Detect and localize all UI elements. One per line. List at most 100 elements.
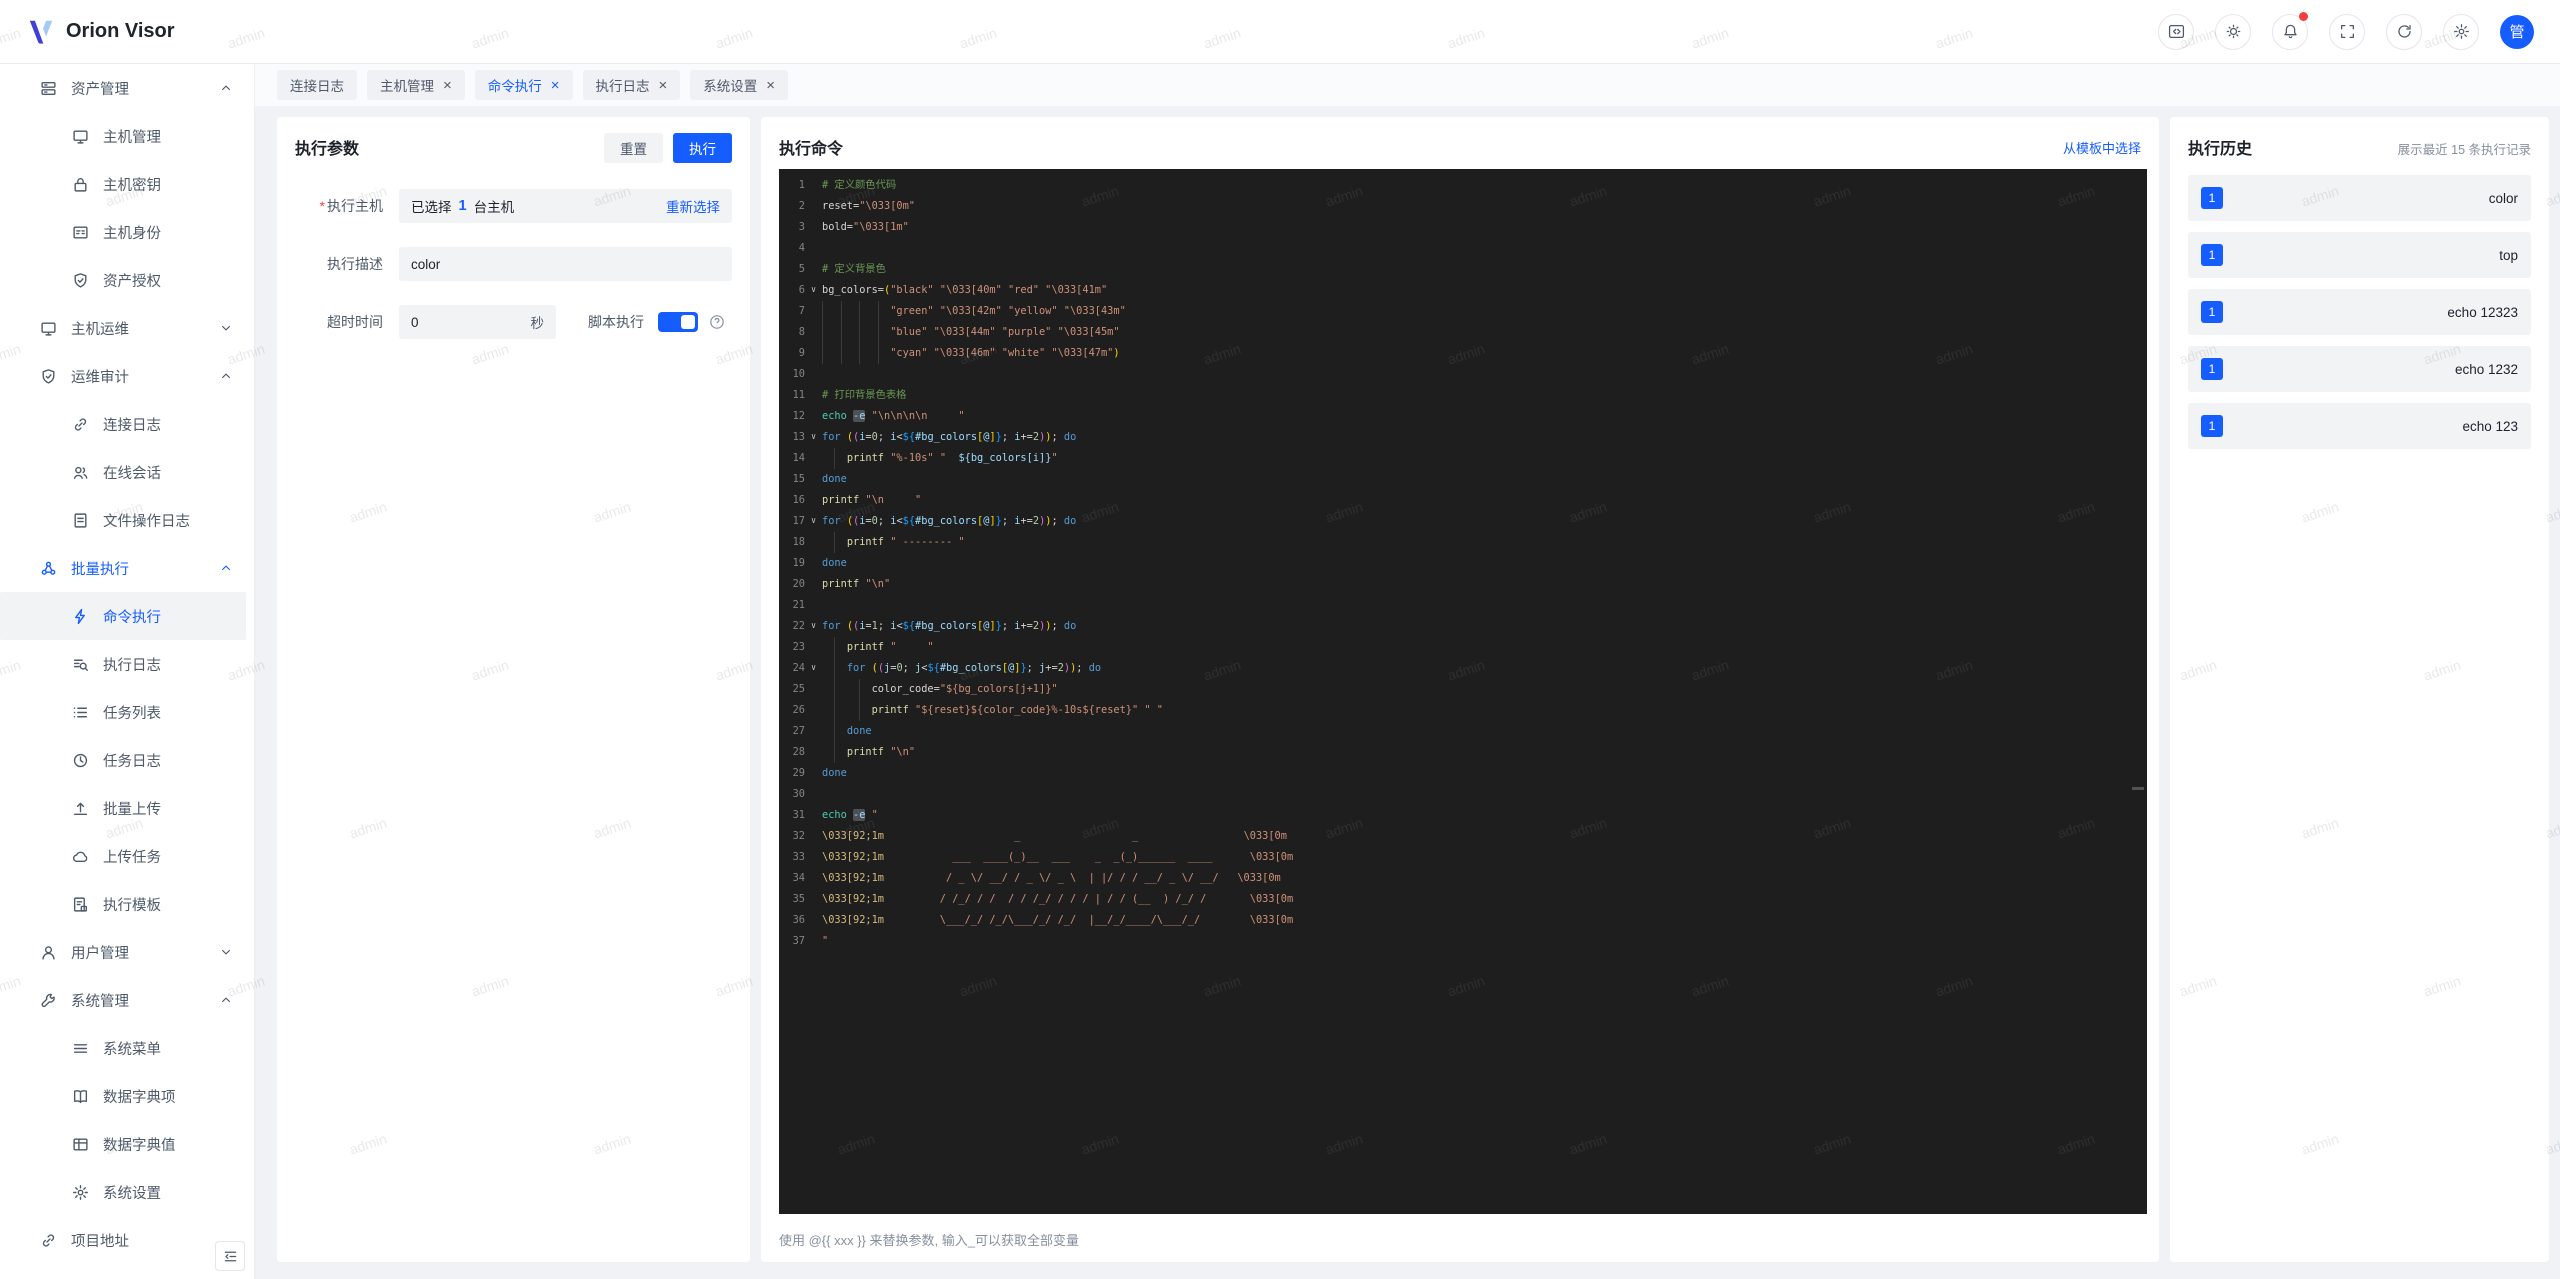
- app-title: Orion Visor: [66, 20, 175, 42]
- sidebar-item-label: 系统管理: [71, 993, 129, 1010]
- close-tab-icon[interactable]: ×: [766, 78, 775, 93]
- sidebar-item-batch-upload[interactable]: 批量上传: [0, 784, 254, 832]
- fold-gutter: [805, 679, 822, 700]
- history-item[interactable]: 1 color: [2188, 175, 2531, 221]
- refresh-button[interactable]: [2386, 13, 2422, 50]
- timeout-row: 超时时间 0 秒 脚本执行: [295, 305, 732, 339]
- code-terminal-button[interactable]: [2158, 13, 2194, 50]
- fold-gutter: [805, 763, 822, 784]
- history-item[interactable]: 1 echo 1232: [2188, 346, 2531, 392]
- code-editor[interactable]: 1 # 定义颜色代码 2 reset="\033[0m" 3 bold="\033[1m"…: [779, 169, 2147, 1214]
- sidebar-item-assets-management[interactable]: 资产管理: [0, 64, 254, 112]
- sidebar-item-file-op-log[interactable]: 文件操作日志: [0, 496, 254, 544]
- theme-button[interactable]: [2215, 13, 2251, 50]
- history-command: echo 1232: [2454, 361, 2518, 377]
- line-number: 26: [792, 704, 805, 716]
- history-item[interactable]: 1 top: [2188, 232, 2531, 278]
- sidebar-item-system-setting[interactable]: 系统设置: [0, 1168, 254, 1216]
- code-line: 7 "green" "\033[42m" "yellow" "\033[43m": [779, 301, 2147, 322]
- user-avatar[interactable]: 管: [2500, 14, 2534, 49]
- code-line: 26 printf "${reset}${color_code}%-10s${r…: [779, 700, 2147, 721]
- fullscreen-button[interactable]: [2329, 13, 2365, 50]
- sidebar-item-host-ops[interactable]: 主机运维: [0, 304, 254, 352]
- chevron-up-icon: [220, 370, 232, 382]
- sidebar-item-dict-values[interactable]: 数据字典值: [0, 1120, 254, 1168]
- sidebar-item-batch-exec[interactable]: 批量执行: [0, 544, 254, 592]
- line-number: 3: [798, 221, 805, 233]
- close-tab-icon[interactable]: ×: [443, 78, 452, 93]
- fold-chevron-icon[interactable]: ∨: [805, 658, 822, 679]
- sidebar-item-label: 资产管理: [71, 81, 129, 98]
- fold-chevron-icon[interactable]: ∨: [805, 280, 822, 301]
- tab-system-setting[interactable]: 系统设置 ×: [690, 70, 789, 100]
- fold-chevron-icon[interactable]: ∨: [805, 511, 822, 532]
- host-selected-prefix: 已选择: [411, 200, 452, 215]
- sidebar-item-asset-grant[interactable]: 资产授权: [0, 256, 254, 304]
- help-icon[interactable]: [709, 314, 725, 330]
- timeout-input[interactable]: 0 秒: [399, 305, 556, 339]
- host-count-badge: 1: [2201, 415, 2223, 437]
- sidebar-item-command-exec[interactable]: 命令执行: [0, 592, 246, 640]
- fold-chevron-icon[interactable]: ∨: [805, 427, 822, 448]
- line-number: 32: [792, 830, 805, 842]
- tab-exec-log[interactable]: 执行日志 ×: [582, 70, 681, 100]
- description-input[interactable]: color: [399, 247, 732, 281]
- settings-button[interactable]: [2443, 13, 2479, 50]
- exec-history-panel: 执行历史 展示最近 15 条执行记录 1 color 1 top 1 echo 12323…: [2170, 117, 2549, 1262]
- tab-host-management[interactable]: 主机管理 ×: [367, 70, 465, 100]
- sidebar-item-ops-audit[interactable]: 运维审计: [0, 352, 254, 400]
- script-exec-toggle[interactable]: [658, 312, 698, 332]
- editor-lines: 1 # 定义颜色代码 2 reset="\033[0m" 3 bold="\033[1m"…: [779, 169, 2147, 952]
- code-line: 20 printf "\n": [779, 574, 2147, 595]
- history-item[interactable]: 1 echo 12323: [2188, 289, 2531, 335]
- host-count-badge: 1: [2201, 358, 2223, 380]
- sidebar-item-system-management[interactable]: 系统管理: [0, 976, 254, 1024]
- sidebar-item-host-key[interactable]: 主机密钥: [0, 160, 254, 208]
- tab-connection-log[interactable]: 连接日志: [277, 70, 357, 100]
- line-number: 28: [792, 746, 805, 758]
- run-button[interactable]: 执行: [673, 133, 732, 163]
- select-from-template-link[interactable]: 从模板中选择: [2063, 138, 2141, 157]
- code-line: 25 color_code="${bg_colors[j+1]}": [779, 679, 2147, 700]
- host-selected-box[interactable]: 已选择 1 台主机 重新选择: [399, 189, 732, 223]
- line-number: 36: [792, 914, 805, 926]
- theme-icon: [2225, 23, 2242, 40]
- sidebar-item-online-session[interactable]: 在线会话: [0, 448, 254, 496]
- sidebar-item-connect-log[interactable]: 连接日志: [0, 400, 254, 448]
- close-tab-icon[interactable]: ×: [659, 78, 668, 93]
- line-number: 14: [792, 452, 805, 464]
- code-line: 5 # 定义背景色: [779, 259, 2147, 280]
- fold-gutter: [805, 259, 822, 280]
- close-tab-icon[interactable]: ×: [551, 78, 560, 93]
- sidebar: 资产管理主机管理 主机密钥 主机身份 资产授权 主机运维 运维审计 连接日志 在线会话 文件操作…: [0, 64, 255, 1279]
- sidebar-item-upload-task[interactable]: 上传任务: [0, 832, 254, 880]
- code-line: 12 echo -e "\n\n\n\n ": [779, 406, 2147, 427]
- tab-label: 命令执行: [487, 79, 542, 94]
- sidebar-item-task-list[interactable]: 任务列表: [0, 688, 254, 736]
- code-terminal-icon: [2168, 23, 2185, 40]
- line-number: 1: [798, 179, 805, 191]
- chevron-up-icon: [220, 994, 232, 1006]
- fullscreen-icon: [2339, 23, 2356, 40]
- reselect-hosts-link[interactable]: 重新选择: [666, 196, 720, 216]
- sidebar-item-exec-log[interactable]: 执行日志: [0, 640, 254, 688]
- upload-icon: [72, 800, 89, 817]
- sidebar-item-host-identity[interactable]: 主机身份: [0, 208, 254, 256]
- sidebar-item-dict-keys[interactable]: 数据字典项: [0, 1072, 254, 1120]
- collapse-sidebar-button[interactable]: [215, 1241, 245, 1271]
- fold-gutter: [805, 301, 822, 322]
- sidebar-item-task-log[interactable]: 任务日志: [0, 736, 254, 784]
- fold-chevron-icon[interactable]: ∨: [805, 616, 822, 637]
- history-item[interactable]: 1 echo 123: [2188, 403, 2531, 449]
- line-number: 27: [792, 725, 805, 737]
- tab-command-exec[interactable]: 命令执行 ×: [474, 70, 573, 100]
- app-logo: Orion Visor: [26, 18, 175, 46]
- sidebar-item-user-management[interactable]: 用户管理: [0, 928, 254, 976]
- gear-icon: [72, 1184, 89, 1201]
- sidebar-item-exec-template[interactable]: 执行模板: [0, 880, 254, 928]
- sidebar-item-system-menu[interactable]: 系统菜单: [0, 1024, 254, 1072]
- reset-button[interactable]: 重置: [604, 133, 663, 163]
- notification-button[interactable]: [2272, 11, 2308, 50]
- sidebar-item-host-management[interactable]: 主机管理: [0, 112, 254, 160]
- fold-gutter: [805, 889, 822, 910]
